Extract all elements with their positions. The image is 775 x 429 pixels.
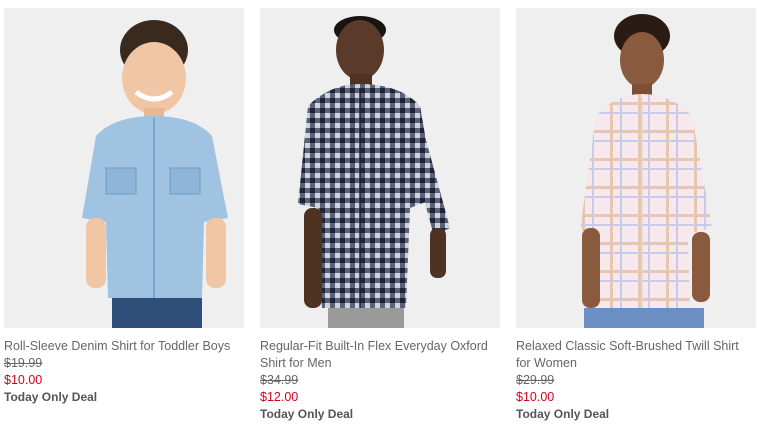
product-image-link[interactable]: [516, 8, 756, 328]
deal-badge: Today Only Deal: [260, 407, 354, 421]
product-grid: Roll-Sleeve Denim Shirt for Toddler Boys…: [0, 0, 775, 429]
sale-price: $10.00: [4, 373, 43, 387]
product-title-link[interactable]: Relaxed Classic Soft-Brushed Twill Shirt…: [516, 338, 756, 372]
original-price: $19.99: [4, 356, 43, 370]
original-price: $34.99: [260, 373, 299, 387]
sale-price: $12.00: [260, 390, 299, 404]
original-price: $29.99: [516, 373, 555, 387]
sale-price: $10.00: [516, 390, 555, 404]
product-card[interactable]: Roll-Sleeve Denim Shirt for Toddler Boys…: [4, 8, 244, 406]
product-card[interactable]: Regular-Fit Built-In Flex Everyday Oxfor…: [260, 8, 500, 423]
women-plaid-shirt-photo: [516, 8, 756, 328]
toddler-denim-shirt-photo: [4, 8, 244, 328]
product-image-link[interactable]: [4, 8, 244, 328]
deal-badge: Today Only Deal: [516, 407, 610, 421]
product-title-link[interactable]: Regular-Fit Built-In Flex Everyday Oxfor…: [260, 338, 500, 372]
product-title-link[interactable]: Roll-Sleeve Denim Shirt for Toddler Boys: [4, 338, 244, 355]
deal-badge: Today Only Deal: [4, 390, 98, 404]
product-image-link[interactable]: [260, 8, 500, 328]
product-card[interactable]: Relaxed Classic Soft-Brushed Twill Shirt…: [516, 8, 756, 423]
men-gingham-shirt-photo: [260, 8, 500, 328]
